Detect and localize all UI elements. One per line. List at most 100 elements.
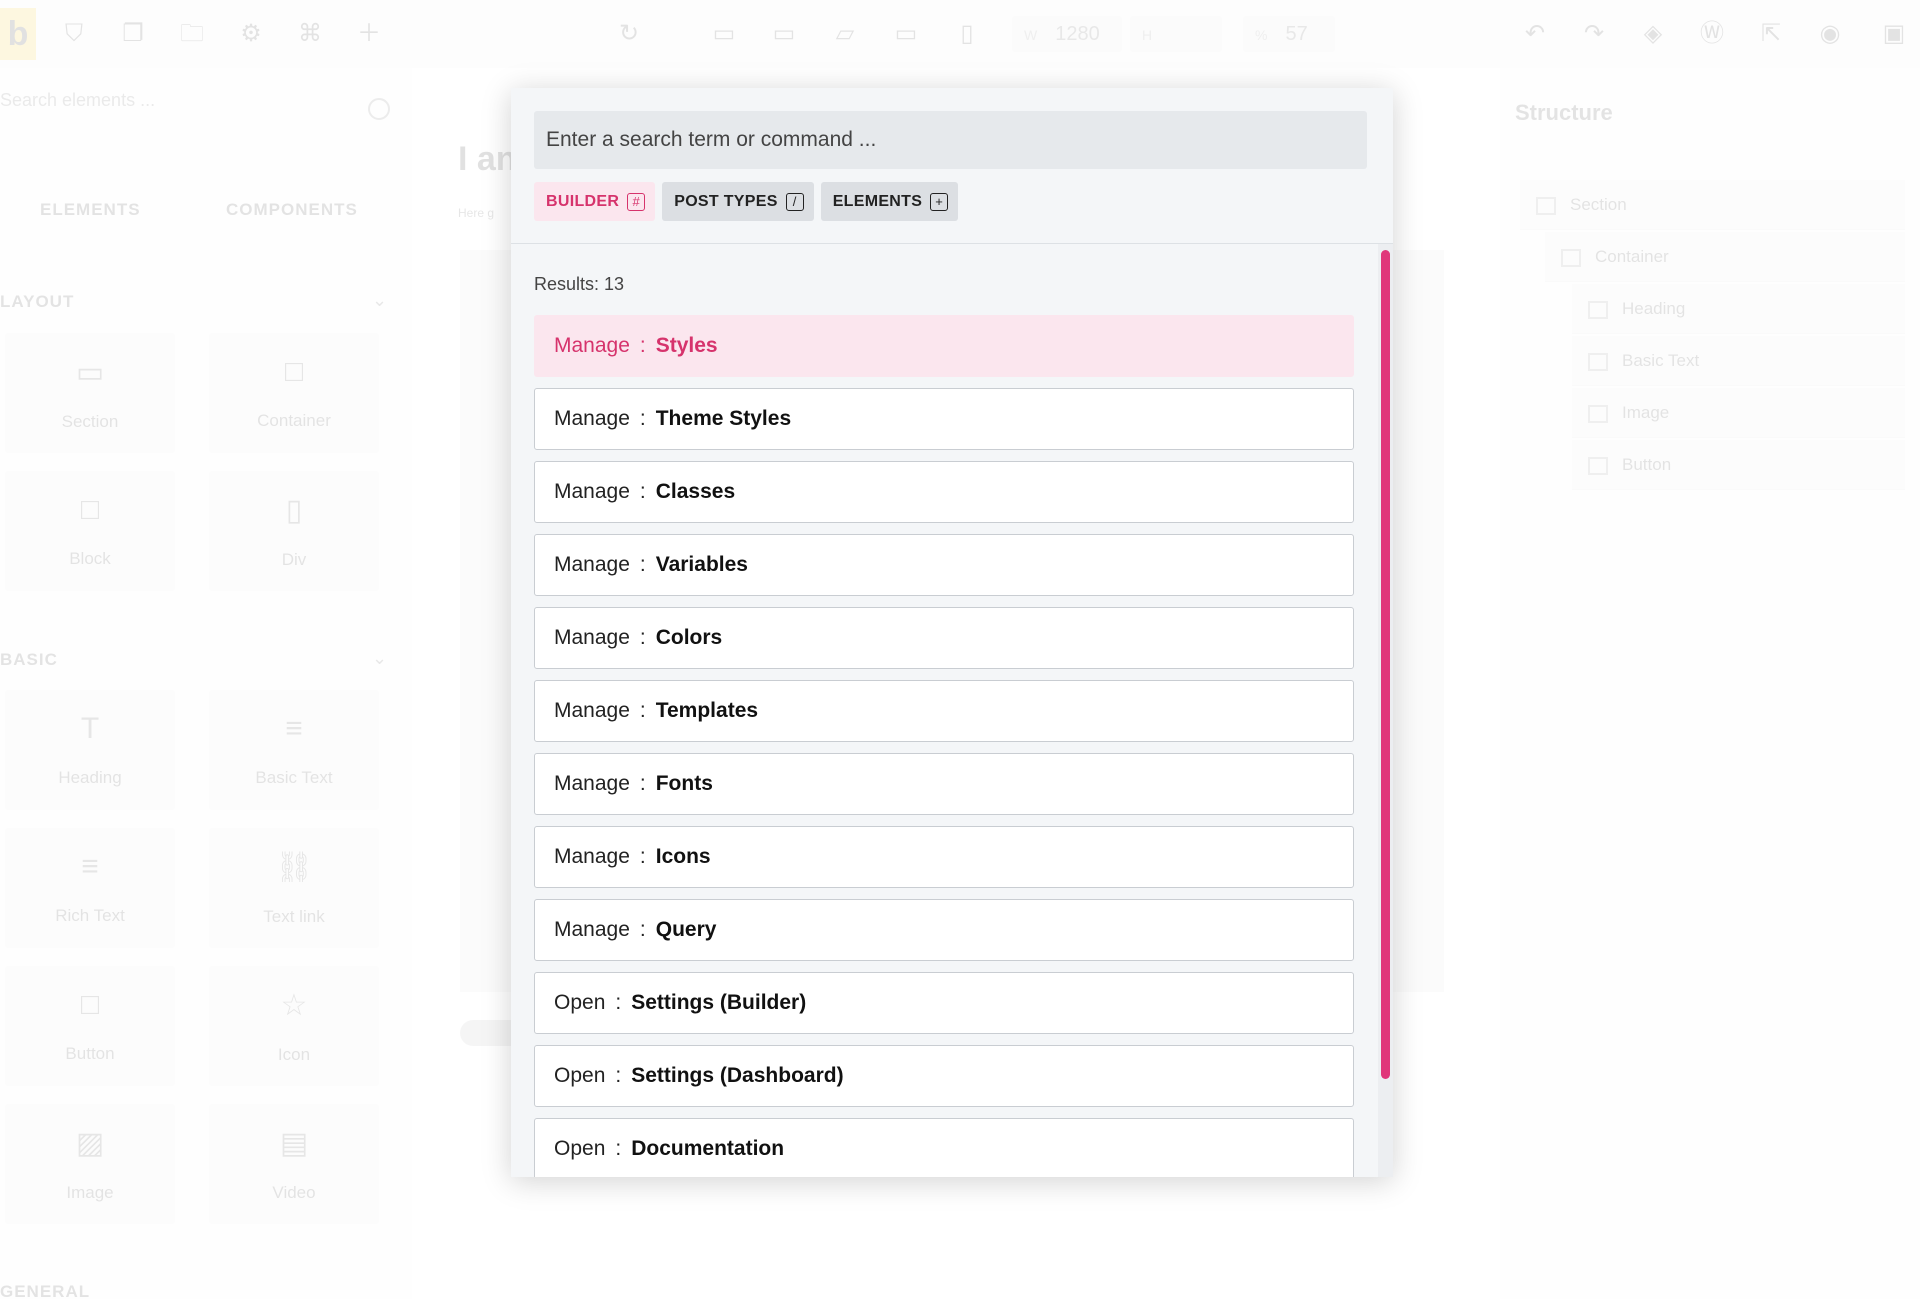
result-item-open-settings-builder[interactable]: Open: Settings (Builder) [534, 972, 1354, 1034]
width-value: 1280 [1055, 23, 1100, 45]
element-div[interactable]: ▯ Div [209, 471, 379, 591]
result-name: Fonts [655, 772, 713, 795]
wordpress-icon[interactable]: Ⓦ [1698, 20, 1726, 48]
block-icon: □ [80, 493, 100, 526]
slash-key-icon: / [785, 192, 804, 211]
filter-tabs: BUILDER # POST TYPES / ELEMENTS + [534, 182, 959, 221]
command-icon[interactable]: ⌘ [296, 20, 324, 48]
width-label: W [1024, 27, 1038, 43]
result-item-manage-classes[interactable]: Manage: Classes [534, 461, 1354, 523]
undo-icon[interactable]: ↶ [1521, 20, 1549, 48]
element-button[interactable]: □ Button [5, 966, 175, 1086]
result-prefix: Manage [554, 772, 630, 795]
pages-icon[interactable]: ❐ [119, 20, 147, 48]
element-container[interactable]: □ Container [209, 333, 379, 453]
element-label: Div [281, 550, 307, 569]
eye-icon[interactable]: ◉ [1816, 20, 1844, 48]
structure-item-label: Image [1622, 403, 1670, 422]
structure-item[interactable]: Container [1545, 232, 1905, 282]
category-general[interactable]: GENERAL [0, 1282, 90, 1302]
structure-item[interactable]: Basic Text [1572, 336, 1905, 386]
result-separator: : [639, 772, 646, 795]
elements-search-input[interactable]: Search elements ... [0, 90, 155, 111]
result-item-manage-theme-styles[interactable]: Manage: Theme Styles [534, 388, 1354, 450]
result-separator: : [639, 334, 646, 357]
filter-tab-elements[interactable]: ELEMENTS + [820, 182, 959, 221]
save-icon[interactable]: ▣ [1880, 20, 1908, 48]
chevron-down-icon[interactable]: ⌄ [372, 290, 387, 311]
result-separator: : [639, 918, 646, 941]
result-item-manage-fonts[interactable]: Manage: Fonts [534, 753, 1354, 815]
result-item-manage-styles[interactable]: Manage: Styles [534, 315, 1354, 377]
folder-icon[interactable]: 🗀 [178, 20, 206, 48]
results-scrollbar-thumb[interactable] [1381, 250, 1390, 1079]
category-basic[interactable]: BASIC [0, 650, 58, 670]
result-name: Styles [655, 334, 718, 357]
structure-title: Structure [1515, 100, 1613, 125]
container-icon: □ [284, 355, 304, 388]
shield-icon[interactable]: ⛉ [60, 20, 88, 48]
result-item-manage-query[interactable]: Manage: Query [534, 899, 1354, 961]
result-separator: : [615, 1064, 622, 1087]
result-item-manage-colors[interactable]: Manage: Colors [534, 607, 1354, 669]
layers-icon[interactable]: ◈ [1639, 20, 1667, 48]
desktop-icon[interactable]: ▭ [770, 20, 798, 48]
element-text-link[interactable]: ⛓ Text link [209, 828, 379, 948]
element-heading[interactable]: T Heading [5, 690, 175, 810]
result-item-manage-variables[interactable]: Manage: Variables [534, 534, 1354, 596]
element-label: Container [257, 411, 331, 430]
structure-panel [1500, 68, 1920, 1299]
gear-icon[interactable]: ⚙ [237, 20, 265, 48]
element-block[interactable]: □ Block [5, 471, 175, 591]
height-field[interactable]: H [1130, 16, 1222, 52]
canvas-heading[interactable]: I an [458, 140, 517, 179]
command-search-input[interactable] [534, 111, 1367, 169]
element-video[interactable]: ▤ Video [209, 1104, 379, 1224]
star-icon: ☆ [280, 989, 308, 1022]
element-icon[interactable]: ☆ Icon [209, 966, 379, 1086]
result-name: Variables [655, 553, 748, 576]
laptop-icon[interactable]: ▱ [831, 20, 859, 48]
filter-tab-post-types[interactable]: POST TYPES / [662, 182, 814, 221]
result-prefix: Manage [554, 407, 630, 430]
result-prefix: Manage [554, 480, 630, 503]
refresh-icon[interactable]: ↻ [615, 20, 643, 48]
container-icon [1561, 248, 1581, 267]
redo-icon[interactable]: ↷ [1580, 20, 1608, 48]
result-separator: : [639, 407, 646, 430]
filter-tab-label: ELEMENTS [832, 192, 923, 210]
image-icon: ▨ [75, 1127, 105, 1160]
element-label: Block [69, 549, 111, 568]
element-section[interactable]: ▭ Section [5, 333, 175, 453]
element-basic-text[interactable]: ≡ Basic Text [209, 690, 379, 810]
element-image[interactable]: ▨ Image [5, 1104, 175, 1224]
tab-components[interactable]: COMPONENTS [226, 200, 358, 220]
element-rich-text[interactable]: ≡ Rich Text [5, 828, 175, 948]
canvas-text[interactable]: Here g [458, 206, 494, 220]
structure-item[interactable]: Image [1572, 388, 1905, 438]
element-label: Image [66, 1183, 114, 1202]
category-layout[interactable]: LAYOUT [0, 292, 74, 312]
result-item-manage-templates[interactable]: Manage: Templates [534, 680, 1354, 742]
structure-item[interactable]: Heading [1572, 284, 1905, 334]
external-link-icon[interactable]: ⇱ [1757, 20, 1785, 48]
result-item-open-documentation[interactable]: Open: Documentation [534, 1118, 1354, 1177]
section-icon: ▭ [75, 356, 105, 389]
width-field[interactable]: W 1280 [1012, 16, 1122, 52]
device-builder-icon[interactable]: ▭ [710, 20, 738, 48]
zoom-field[interactable]: % 57 [1243, 16, 1335, 52]
result-item-open-settings-dashboard[interactable]: Open: Settings (Dashboard) [534, 1045, 1354, 1107]
video-icon: ▤ [279, 1127, 309, 1160]
structure-item[interactable]: Button [1572, 440, 1905, 490]
section-icon [1536, 196, 1556, 215]
result-prefix: Open [554, 1137, 606, 1160]
tablet-icon[interactable]: ▭ [892, 20, 920, 48]
result-item-manage-icons[interactable]: Manage: Icons [534, 826, 1354, 888]
command-results-area: Results: 13 Manage: Styles Manage: Theme S… [511, 244, 1393, 1177]
tab-elements[interactable]: ELEMENTS [40, 200, 141, 220]
structure-item[interactable]: Section [1520, 180, 1905, 230]
mobile-icon[interactable]: ▯ [953, 20, 981, 48]
plus-icon[interactable]: ＋ [355, 20, 383, 48]
chevron-down-icon[interactable]: ⌄ [372, 648, 387, 669]
filter-tab-builder[interactable]: BUILDER # [534, 182, 656, 221]
